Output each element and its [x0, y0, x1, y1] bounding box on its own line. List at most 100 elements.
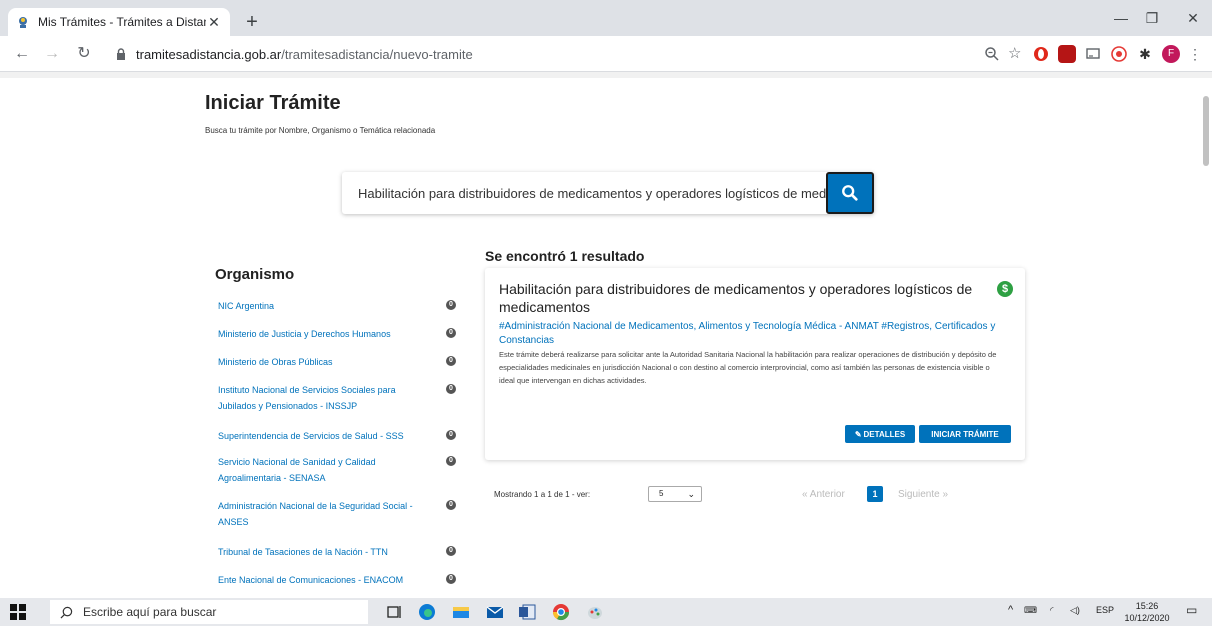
filter-item-label[interactable]: Servicio Nacional de Sanidad y Calidad A…: [218, 454, 436, 486]
filter-item-label[interactable]: Tribunal de Tasaciones de la Nación - TT…: [218, 544, 436, 560]
clock-time: 15:26: [1135, 601, 1159, 611]
taskbar-clock[interactable]: 15:26 10/12/2020: [1120, 600, 1174, 624]
filter-item[interactable]: Administración Nacional de la Seguridad …: [218, 498, 468, 530]
filter-item[interactable]: Tribunal de Tasaciones de la Nación - TT…: [218, 544, 468, 560]
word-icon[interactable]: [518, 603, 536, 621]
tab-title: Mis Trámites - Trámites a Distanc: [38, 15, 206, 29]
paint-icon[interactable]: [586, 603, 604, 621]
page-size-value: 5: [659, 489, 664, 498]
result-card: Habilitación para distribuidores de medi…: [485, 268, 1025, 460]
filter-count-badge: 0: [446, 456, 456, 466]
result-title[interactable]: Habilitación para distribuidores de medi…: [499, 280, 1009, 316]
clock-date: 10/12/2020: [1124, 613, 1170, 623]
filter-count-badge: 0: [446, 574, 456, 584]
filter-item-label[interactable]: Ministerio de Obras Públicas: [218, 354, 436, 370]
taskbar-search-placeholder: Escribe aquí para buscar: [83, 605, 217, 619]
ime-icon[interactable]: ⌨: [1024, 605, 1037, 616]
filter-item-label[interactable]: Instituto Nacional de Servicios Sociales…: [218, 382, 436, 414]
profile-avatar[interactable]: F: [1162, 45, 1180, 63]
chrome-icon[interactable]: [552, 603, 570, 621]
filter-item[interactable]: Ente Nacional de Comunicaciones - ENACOM…: [218, 572, 468, 588]
page-title: Iniciar Trámite: [205, 92, 341, 114]
mail-icon[interactable]: [486, 603, 504, 621]
filter-item-label[interactable]: Administración Nacional de la Seguridad …: [218, 498, 436, 530]
taskbar-search-icon: [60, 606, 73, 618]
filter-item[interactable]: Ministerio de Justicia y Derechos Humano…: [218, 326, 468, 342]
filter-count-badge: 0: [446, 500, 456, 510]
windows-taskbar: Escribe aquí para buscar ^ ⌨ ◜ ◁) ESP 15…: [0, 598, 1212, 626]
extensions-puzzle-icon[interactable]: ✱: [1136, 45, 1154, 63]
filter-item[interactable]: Servicio Nacional de Sanidad y Calidad A…: [218, 454, 468, 486]
reload-icon[interactable]: ↻: [72, 42, 96, 66]
address-bar[interactable]: tramitesadistancia.gob.ar/tramitesadista…: [106, 40, 972, 68]
wifi-icon[interactable]: ◜: [1050, 605, 1054, 616]
details-button[interactable]: ✎ DETALLES: [845, 425, 915, 443]
volume-icon[interactable]: ◁): [1070, 605, 1080, 616]
window-close-icon[interactable]: ✕: [1174, 8, 1212, 28]
search-icon: [842, 185, 858, 201]
opera-extension-icon[interactable]: [1032, 45, 1050, 63]
search-box: [342, 172, 874, 214]
filter-count-badge: 0: [446, 546, 456, 556]
bookmark-star-icon[interactable]: ☆: [1008, 45, 1026, 63]
filter-item[interactable]: Instituto Nacional de Servicios Sociales…: [218, 382, 468, 414]
results-count: Se encontró 1 resultado: [485, 248, 645, 264]
new-tab-button[interactable]: +: [240, 10, 264, 34]
page-content: Iniciar Trámite Busca tu trámite por Nom…: [0, 72, 1212, 598]
zoom-icon[interactable]: [984, 46, 1000, 62]
filter-item-label[interactable]: Superintendencia de Servicios de Salud -…: [218, 428, 436, 444]
pagination-summary: Mostrando 1 a 1 de 1 - ver:: [494, 490, 591, 499]
url-path: /tramitesadistancia/nuevo-tramite: [281, 46, 473, 62]
page-scrollbar[interactable]: [1200, 78, 1212, 598]
browser-tabbar: Mis Trámites - Trámites a Distanc ✕ + — …: [0, 0, 1212, 36]
pagination-next[interactable]: Siguiente »: [898, 489, 948, 500]
filter-item-label[interactable]: Ente Nacional de Comunicaciones - ENACOM: [218, 572, 436, 588]
windows-start-icon[interactable]: [10, 604, 26, 620]
record-extension-icon[interactable]: [1110, 45, 1128, 63]
filter-item[interactable]: Superintendencia de Servicios de Salud -…: [218, 428, 468, 444]
taskbar-search[interactable]: Escribe aquí para buscar: [50, 600, 368, 624]
filter-count-badge: 0: [446, 384, 456, 394]
tray-chevron-icon[interactable]: ^: [1008, 604, 1013, 616]
back-icon[interactable]: ←: [10, 42, 34, 66]
chevron-down-icon: ⌄: [687, 489, 695, 499]
filter-count-badge: 0: [446, 356, 456, 366]
result-title-text[interactable]: Habilitación para distribuidores de medi…: [499, 281, 972, 315]
lock-icon: [117, 48, 125, 60]
cast-extension-icon[interactable]: [1084, 45, 1102, 63]
forward-icon[interactable]: →: [40, 42, 64, 66]
filter-item-label[interactable]: Ministerio de Justicia y Derechos Humano…: [218, 326, 436, 342]
pagination-current-page[interactable]: 1: [867, 486, 883, 502]
fee-dollar-icon: $: [997, 281, 1013, 297]
tab-close-icon[interactable]: ✕: [206, 14, 222, 30]
filter-count-badge: 0: [446, 328, 456, 338]
filter-count-badge: 0: [446, 300, 456, 310]
search-input[interactable]: [342, 172, 826, 214]
scrollbar-thumb[interactable]: [1203, 96, 1209, 166]
details-button-label: DETALLES: [863, 429, 906, 439]
task-view-icon[interactable]: [386, 603, 404, 621]
filter-title: Organismo: [215, 266, 295, 283]
file-explorer-icon[interactable]: [452, 603, 470, 621]
page-subtitle: Busca tu trámite por Nombre, Organismo o…: [205, 126, 436, 135]
result-tags[interactable]: #Administración Nacional de Medicamentos…: [499, 320, 1019, 348]
browser-tab[interactable]: Mis Trámites - Trámites a Distanc ✕: [8, 8, 230, 36]
page-size-select[interactable]: 5 ⌄: [648, 486, 702, 502]
language-indicator[interactable]: ESP: [1096, 605, 1114, 615]
result-description: Este trámite deberá realizarse para soli…: [499, 350, 997, 385]
tag-icon: ✎: [854, 429, 862, 439]
pdf-extension-icon[interactable]: [1058, 45, 1076, 63]
filter-count-badge: 0: [446, 430, 456, 440]
filter-item[interactable]: NIC Argentina 0: [218, 298, 468, 314]
start-procedure-button[interactable]: INICIAR TRÁMITE: [919, 425, 1011, 443]
browser-toolbar: ← → ↻ tramitesadistancia.gob.ar/tramites…: [0, 36, 1212, 72]
notifications-icon[interactable]: ▭: [1186, 603, 1197, 617]
url-host: tramitesadistancia.gob.ar: [136, 46, 282, 62]
filter-item[interactable]: Ministerio de Obras Públicas 0: [218, 354, 468, 370]
edge-browser-icon[interactable]: [418, 603, 436, 621]
browser-menu-icon[interactable]: ⋮: [1188, 45, 1202, 63]
filter-item-label[interactable]: NIC Argentina: [218, 298, 436, 314]
search-button[interactable]: [826, 172, 874, 214]
restore-icon[interactable]: ❐: [1132, 8, 1172, 28]
pagination-previous[interactable]: « Anterior: [802, 489, 845, 500]
